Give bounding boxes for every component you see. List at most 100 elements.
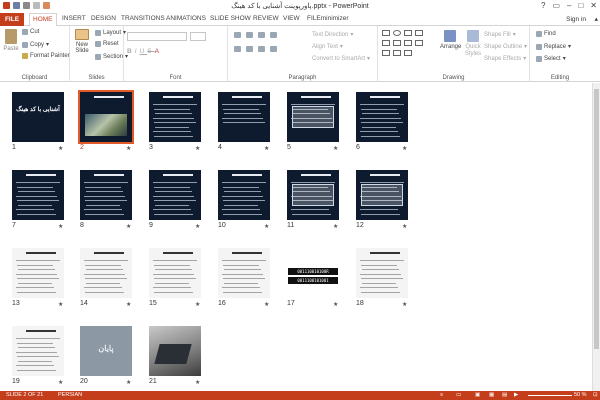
- transition-star-icon[interactable]: ★: [58, 145, 63, 152]
- layout-button[interactable]: Layout ▾: [95, 29, 126, 36]
- cut-button[interactable]: Cut: [22, 29, 39, 35]
- align-text-button[interactable]: Align Text ▾: [312, 43, 343, 51]
- tab-insert[interactable]: INSERT: [62, 15, 86, 22]
- bullets-icon[interactable]: [234, 32, 241, 38]
- replace-button[interactable]: Replace ▾: [536, 43, 571, 50]
- scrollbar-thumb[interactable]: [594, 89, 599, 349]
- maximize-icon[interactable]: □: [578, 1, 583, 10]
- increase-indent-icon[interactable]: [270, 32, 277, 38]
- select-button[interactable]: Select ▾: [536, 55, 566, 62]
- align-left-icon[interactable]: [234, 46, 241, 52]
- transition-star-icon[interactable]: ★: [195, 223, 200, 230]
- transition-star-icon[interactable]: ★: [264, 145, 269, 152]
- tab-view[interactable]: VIEW: [283, 15, 300, 22]
- font-color-icon[interactable]: A: [155, 48, 162, 55]
- slide-19-preview[interactable]: [12, 326, 64, 376]
- shapes-gallery[interactable]: [382, 30, 438, 66]
- convert-smartart-button[interactable]: Convert to SmartArt ▾: [312, 55, 370, 63]
- slide-13-preview[interactable]: [12, 248, 64, 298]
- slide-2-preview[interactable]: [78, 90, 134, 144]
- slide-3-preview[interactable]: [149, 92, 201, 142]
- tab-fileminimizer[interactable]: FILEminimizer: [307, 15, 349, 22]
- rectangle-shape-icon[interactable]: [382, 30, 390, 36]
- justify-icon[interactable]: [270, 46, 277, 52]
- slide-7-preview[interactable]: [12, 170, 64, 220]
- transition-star-icon[interactable]: ★: [58, 223, 63, 230]
- decrease-indent-icon[interactable]: [258, 32, 265, 38]
- quick-styles-button[interactable]: Quick Styles: [462, 30, 484, 58]
- paste-button[interactable]: Paste: [3, 29, 19, 52]
- transition-star-icon[interactable]: ★: [333, 223, 338, 230]
- vertical-scrollbar[interactable]: [592, 83, 600, 391]
- sign-in-link[interactable]: Sign in: [566, 16, 586, 23]
- slide-20-preview[interactable]: پایان: [80, 326, 132, 376]
- slide-17-preview[interactable]: 001110010100R 0011100101001: [287, 248, 339, 298]
- comments-icon[interactable]: ▭: [456, 392, 461, 398]
- transition-star-icon[interactable]: ★: [195, 301, 200, 308]
- star-shape-icon[interactable]: [415, 40, 423, 46]
- slide-10-preview[interactable]: [218, 170, 270, 220]
- slide-1-preview[interactable]: آشنایی با کد هینگ: [12, 92, 64, 142]
- find-button[interactable]: Find: [536, 31, 556, 37]
- slide-15-preview[interactable]: [149, 248, 201, 298]
- font-size-box[interactable]: [190, 32, 206, 41]
- block-arrow-shape-icon[interactable]: [404, 50, 412, 56]
- reset-button[interactable]: Reset: [95, 41, 119, 47]
- transition-star-icon[interactable]: ★: [126, 301, 131, 308]
- transition-star-icon[interactable]: ★: [402, 301, 407, 308]
- bold-icon[interactable]: B: [127, 48, 135, 55]
- help-icon[interactable]: ?: [541, 1, 545, 10]
- collapse-ribbon-icon[interactable]: ▴: [594, 15, 598, 23]
- tab-transitions[interactable]: TRANSITIONS: [121, 15, 165, 22]
- arrange-button[interactable]: Arrange: [440, 30, 461, 50]
- tab-review[interactable]: REVIEW: [253, 15, 279, 22]
- tab-file[interactable]: FILE: [0, 13, 24, 26]
- align-right-icon[interactable]: [258, 46, 265, 52]
- zoom-level[interactable]: 50 %: [574, 392, 587, 398]
- transition-star-icon[interactable]: ★: [402, 223, 407, 230]
- transition-star-icon[interactable]: ★: [333, 301, 338, 308]
- tab-animations[interactable]: ANIMATIONS: [166, 15, 206, 22]
- slide-14-preview[interactable]: [80, 248, 132, 298]
- tab-home[interactable]: HOME: [29, 13, 57, 27]
- curve-shape-icon[interactable]: [382, 50, 390, 56]
- callout-shape-icon[interactable]: [393, 50, 401, 56]
- transition-star-icon[interactable]: ★: [264, 223, 269, 230]
- tab-slide-show[interactable]: SLIDE SHOW: [210, 15, 251, 22]
- ribbon-display-icon[interactable]: ▭: [552, 1, 560, 10]
- reading-view-icon[interactable]: ▤: [502, 392, 507, 398]
- arrow-shape-icon[interactable]: [393, 40, 401, 46]
- copy-button[interactable]: Copy ▾: [22, 41, 49, 48]
- shape-fill-button[interactable]: Shape Fill ▾: [484, 31, 516, 39]
- normal-view-icon[interactable]: ▣: [475, 392, 480, 398]
- slide-21-preview[interactable]: [149, 326, 201, 376]
- font-name-box[interactable]: [127, 32, 187, 41]
- slide-5-preview[interactable]: [287, 92, 339, 142]
- slide-8-preview[interactable]: [80, 170, 132, 220]
- brace-shape-icon[interactable]: [404, 40, 412, 46]
- transition-star-icon[interactable]: ★: [58, 379, 63, 386]
- transition-star-icon[interactable]: ★: [58, 301, 63, 308]
- triangle-shape-icon[interactable]: [415, 30, 423, 36]
- transition-star-icon[interactable]: ★: [264, 301, 269, 308]
- slide-4-preview[interactable]: [218, 92, 270, 142]
- tab-design[interactable]: DESIGN: [91, 15, 116, 22]
- slide-6-preview[interactable]: [356, 92, 408, 142]
- slide-sorter-view-icon[interactable]: ▦: [489, 392, 494, 398]
- transition-star-icon[interactable]: ★: [126, 145, 131, 152]
- transition-star-icon[interactable]: ★: [195, 379, 200, 386]
- strikethrough-icon[interactable]: S: [147, 48, 154, 55]
- slideshow-view-icon[interactable]: ▶: [514, 392, 518, 398]
- slide-12-preview[interactable]: [356, 170, 408, 220]
- format-painter-button[interactable]: Format Painter: [22, 53, 70, 59]
- close-icon[interactable]: ✕: [590, 1, 597, 10]
- notes-icon[interactable]: ≡: [440, 392, 443, 398]
- new-slide-button[interactable]: New Slide: [73, 29, 91, 54]
- zoom-slider[interactable]: [528, 395, 572, 396]
- align-center-icon[interactable]: [246, 46, 253, 52]
- minimize-icon[interactable]: –: [567, 1, 571, 10]
- transition-star-icon[interactable]: ★: [402, 145, 407, 152]
- slide-9-preview[interactable]: [149, 170, 201, 220]
- oval-shape-icon[interactable]: [393, 30, 401, 36]
- numbering-icon[interactable]: [246, 32, 253, 38]
